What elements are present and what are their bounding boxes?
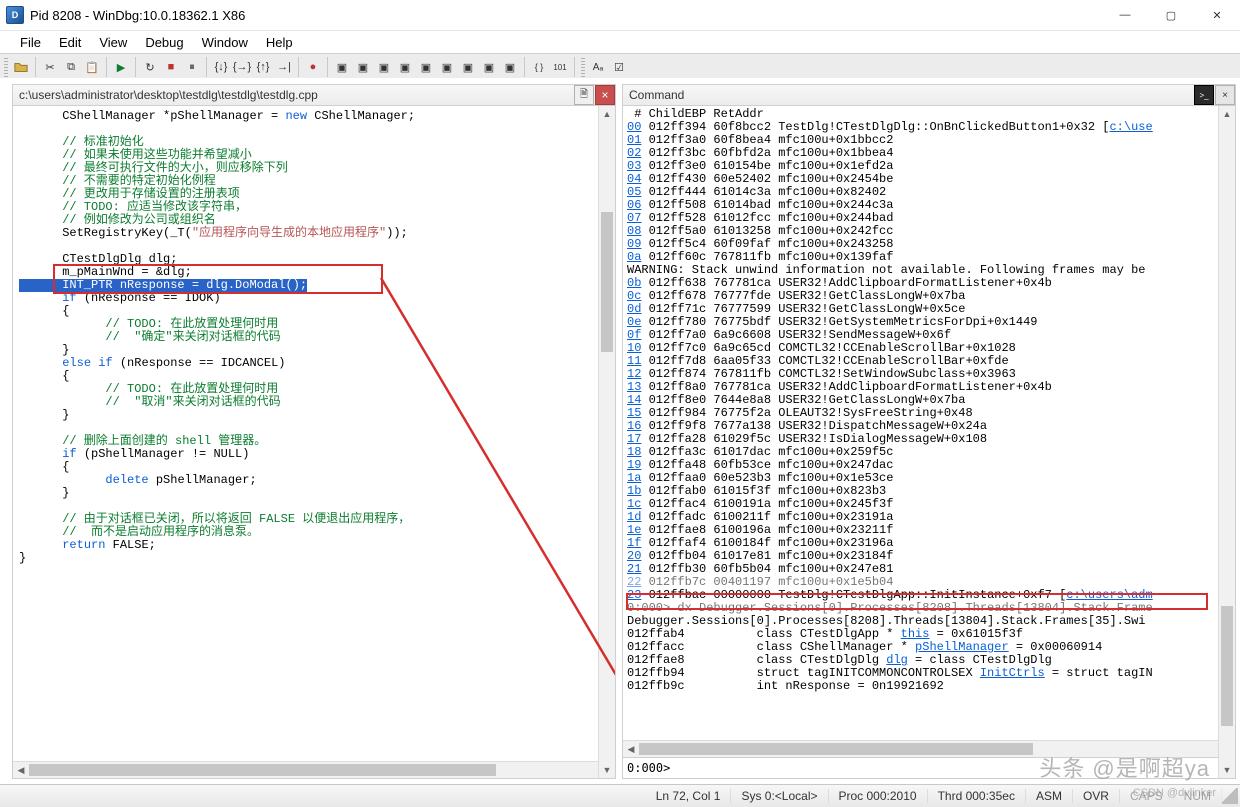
- toolbar-grip-2[interactable]: [581, 57, 585, 77]
- scratchpad-window-icon[interactable]: ▣: [479, 57, 499, 77]
- close-button[interactable]: ✕: [1194, 0, 1240, 30]
- disasm-window-icon[interactable]: ▣: [458, 57, 478, 77]
- step-into-icon[interactable]: {↓}: [211, 57, 231, 77]
- status-thrd: Thrd 000:35ec: [928, 789, 1026, 803]
- processes-window-icon[interactable]: ▣: [500, 57, 520, 77]
- options-icon[interactable]: ☑: [609, 57, 629, 77]
- cut-icon[interactable]: ✂: [40, 57, 60, 77]
- binary-mode-icon[interactable]: 101: [550, 57, 570, 77]
- status-num: NUM: [1174, 789, 1222, 803]
- menu-debug[interactable]: Debug: [137, 33, 191, 52]
- status-asm: ASM: [1026, 789, 1073, 803]
- command-input-row: 0:000>: [623, 757, 1235, 778]
- command-prompt: 0:000>: [627, 761, 670, 775]
- menu-window[interactable]: Window: [194, 33, 256, 52]
- command-input[interactable]: [676, 760, 1231, 776]
- source-pane-header: c:\users\administrator\desktop\testdlg\t…: [13, 85, 615, 106]
- source-pane-title: c:\users\administrator\desktop\testdlg\t…: [19, 88, 573, 102]
- watch-window-icon[interactable]: ▣: [353, 57, 373, 77]
- copy-icon[interactable]: ⧉: [61, 57, 81, 77]
- restart-icon[interactable]: ↻: [140, 57, 160, 77]
- step-out-icon[interactable]: {↑}: [253, 57, 273, 77]
- locals-window-icon[interactable]: ▣: [374, 57, 394, 77]
- menu-help[interactable]: Help: [258, 33, 301, 52]
- status-caps: CAPS: [1120, 789, 1174, 803]
- menu-view[interactable]: View: [91, 33, 135, 52]
- command-window-icon[interactable]: ▣: [332, 57, 352, 77]
- terminal-icon[interactable]: >_: [1194, 85, 1214, 105]
- callstack-window-icon[interactable]: ▣: [437, 57, 457, 77]
- command-output-area[interactable]: # ChildEBP RetAddr 00 012ff394 60f8bcc2 …: [623, 106, 1235, 740]
- app-icon: D: [6, 6, 24, 24]
- break-icon[interactable]: ⏸: [182, 57, 202, 77]
- source-vscrollbar[interactable]: ▲ ▼: [598, 106, 615, 778]
- status-sys: Sys 0:<Local>: [731, 789, 828, 803]
- open-icon[interactable]: [11, 57, 31, 77]
- step-over-icon[interactable]: {→}: [232, 57, 252, 77]
- toolbar-grip[interactable]: [4, 57, 8, 77]
- go-icon[interactable]: ▶: [111, 57, 131, 77]
- command-hscrollbar[interactable]: ◀ ▶: [623, 740, 1235, 757]
- menu-edit[interactable]: Edit: [51, 33, 89, 52]
- source-mode-icon[interactable]: { }: [529, 57, 549, 77]
- workspace: c:\users\administrator\desktop\testdlg\t…: [0, 78, 1240, 785]
- pane-doc-icon[interactable]: 🗎: [574, 85, 594, 105]
- stop-icon[interactable]: ■: [161, 57, 181, 77]
- registers-window-icon[interactable]: ▣: [395, 57, 415, 77]
- source-code-area[interactable]: CShellManager *pShellManager = new CShel…: [13, 106, 615, 761]
- run-to-cursor-icon[interactable]: →|: [274, 57, 294, 77]
- resize-grip[interactable]: [1222, 788, 1238, 804]
- command-pane-header: Command >_ ×: [623, 85, 1235, 106]
- command-pane: Command >_ × # ChildEBP RetAddr 00 012ff…: [622, 84, 1236, 779]
- command-vscrollbar[interactable]: ▲ ▼: [1218, 106, 1235, 778]
- status-lncol: Ln 72, Col 1: [646, 789, 732, 803]
- source-hscrollbar[interactable]: ◀ ▶: [13, 761, 615, 778]
- breakpoint-icon[interactable]: ●: [303, 57, 323, 77]
- maximize-button[interactable]: ▢: [1148, 0, 1194, 30]
- font-icon[interactable]: Aₐ: [588, 57, 608, 77]
- status-ovr: OVR: [1073, 789, 1120, 803]
- status-bar: Ln 72, Col 1 Sys 0:<Local> Proc 000:2010…: [0, 784, 1240, 807]
- window-titlebar: D Pid 8208 - WinDbg:10.0.18362.1 X86 — ▢…: [0, 0, 1240, 31]
- window-title: Pid 8208 - WinDbg:10.0.18362.1 X86: [30, 8, 1102, 23]
- toolbar: ✂ ⧉ 📋 ▶ ↻ ■ ⏸ {↓} {→} {↑} →| ● ▣ ▣ ▣ ▣ ▣…: [0, 53, 1240, 81]
- menu-bar: File Edit View Debug Window Help: [0, 31, 1240, 53]
- menu-file[interactable]: File: [12, 33, 49, 52]
- minimize-button[interactable]: —: [1102, 0, 1148, 30]
- command-pane-title: Command: [629, 88, 1193, 102]
- paste-icon[interactable]: 📋: [82, 57, 102, 77]
- status-proc: Proc 000:2010: [829, 789, 928, 803]
- memory-window-icon[interactable]: ▣: [416, 57, 436, 77]
- source-pane: c:\users\administrator\desktop\testdlg\t…: [12, 84, 616, 779]
- command-pane-close-button[interactable]: ×: [1215, 85, 1235, 105]
- source-pane-close-button[interactable]: ×: [595, 85, 615, 105]
